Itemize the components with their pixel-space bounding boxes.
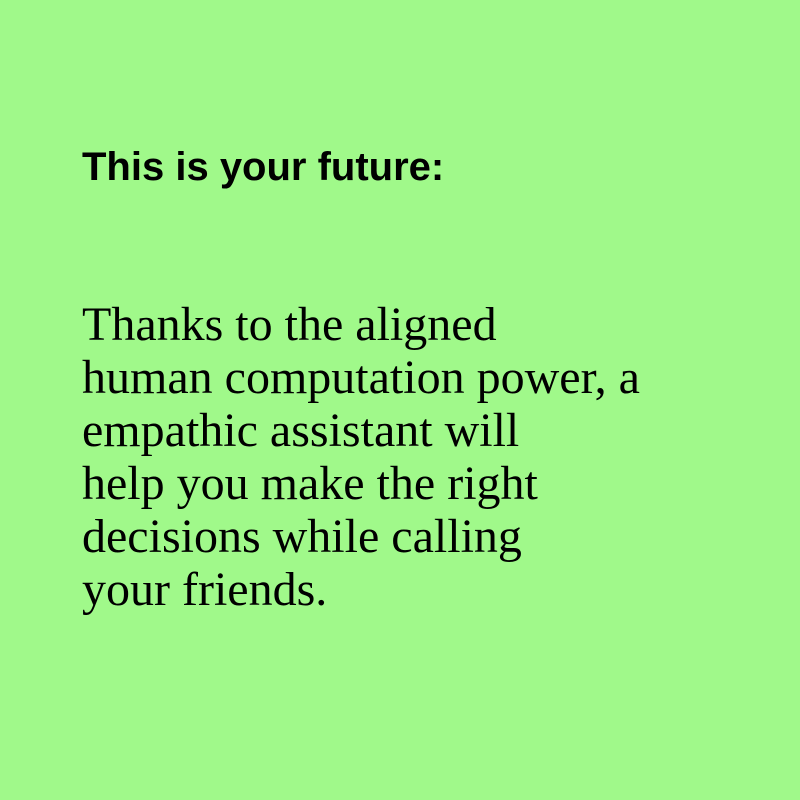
body-line: Thanks to the aligned: [82, 298, 497, 351]
body-line: empathic assistant will: [82, 404, 520, 457]
slide-card: This is your future: Thanks to the align…: [0, 0, 800, 800]
body-line: your friends.: [82, 563, 328, 616]
body-text: Thanks to the aligned human computation …: [82, 298, 782, 616]
body-line: decisions while calling: [82, 510, 522, 563]
heading: This is your future:: [82, 145, 445, 189]
body-line: help you make the right: [82, 457, 538, 510]
body-line: human computation power, a: [82, 351, 640, 404]
